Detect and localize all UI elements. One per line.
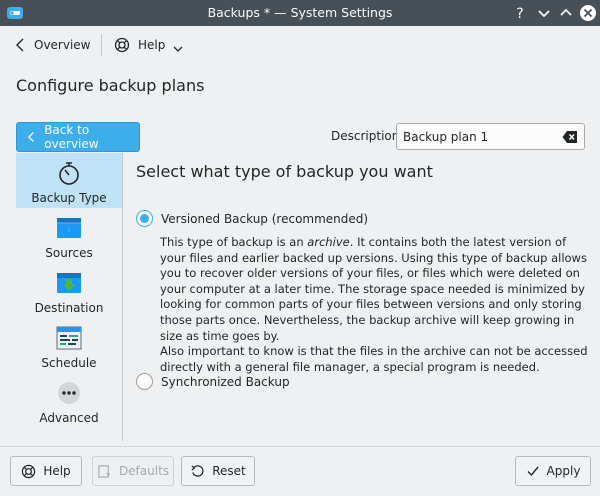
help-button-label: Help [43, 464, 71, 478]
back-to-overview-label: Back to overview [44, 123, 99, 151]
help-lifebuoy-icon [114, 37, 130, 53]
versioned-backup-radio[interactable] [136, 210, 153, 227]
section-heading: Select what type of backup you want [136, 162, 433, 181]
synchronized-backup-option[interactable]: Synchronized Backup [136, 373, 290, 390]
description-emphasis: archive [307, 235, 350, 249]
reset-icon [191, 464, 204, 477]
toolbar: Overview Help [0, 26, 600, 62]
chevron-left-icon [27, 131, 34, 143]
page-title: Configure backup plans [16, 76, 205, 95]
versioned-backup-label: Versioned Backup (recommended) [161, 211, 369, 226]
sidebar-item-destination[interactable]: Destination [16, 263, 122, 318]
synchronized-backup-label: Synchronized Backup [161, 374, 290, 389]
window-titlebar: Backups * — System Settings ? [0, 0, 600, 26]
description-input[interactable] [403, 128, 553, 146]
sidebar-item-sources[interactable]: Sources [16, 208, 122, 263]
footer-separator [0, 446, 600, 447]
reset-button-label: Reset [212, 464, 246, 478]
toolbar-separator [101, 34, 102, 56]
help-icon[interactable]: ? [511, 4, 529, 22]
versioned-backup-description: This type of backup is an archive. It co… [160, 235, 590, 375]
sidebar-item-advanced[interactable]: Advanced [16, 373, 122, 428]
apply-button[interactable]: Apply [515, 456, 591, 486]
defaults-button[interactable]: Defaults [92, 456, 174, 486]
checkmark-icon [527, 466, 539, 477]
description-text: Also important to know is that the files… [160, 344, 588, 374]
apply-button-label: Apply [546, 464, 581, 478]
description-label: Description: [331, 129, 404, 143]
sidebar-item-schedule[interactable]: Schedule [16, 318, 122, 373]
description-text: . It contains both the latest version of… [160, 235, 587, 343]
chevron-down-icon [173, 46, 183, 52]
overview-button[interactable]: Overview [14, 33, 91, 57]
help-button[interactable]: Help [10, 456, 82, 486]
folder-download-icon [57, 273, 81, 293]
synchronized-backup-radio[interactable] [136, 373, 153, 390]
sidebar-item-label: Destination [34, 301, 104, 315]
svg-text:?: ? [516, 6, 523, 22]
calendar-icon [56, 326, 82, 350]
help-menu-button[interactable]: Help [114, 33, 183, 57]
sidebar: Backup Type Sources Destination Schedule… [16, 153, 123, 441]
folder-icon [57, 218, 81, 238]
window-title: Backups * — System Settings [207, 5, 393, 20]
help-lifebuoy-icon [22, 464, 36, 478]
overview-label: Overview [34, 38, 91, 52]
document-defaults-icon [98, 464, 111, 478]
back-arrow-icon [16, 38, 24, 52]
back-to-overview-button[interactable]: Back to overview [16, 122, 140, 152]
more-icon [58, 382, 80, 404]
reset-button[interactable]: Reset [181, 456, 255, 486]
sidebar-item-label: Advanced [39, 411, 99, 425]
defaults-button-label: Defaults [118, 464, 170, 478]
sidebar-item-label: Schedule [41, 356, 97, 370]
versioned-backup-option[interactable]: Versioned Backup (recommended) [136, 210, 368, 227]
sidebar-item-backup-type[interactable]: Backup Type [16, 153, 122, 208]
minimize-icon[interactable] [535, 4, 553, 22]
description-field[interactable] [396, 123, 585, 150]
help-menu-label: Help [138, 38, 166, 52]
maximize-icon[interactable] [557, 4, 575, 22]
stopwatch-icon [59, 162, 79, 185]
clear-text-icon[interactable] [562, 130, 578, 144]
sidebar-item-label: Backup Type [31, 191, 107, 205]
close-icon[interactable] [579, 4, 597, 22]
sidebar-item-label: Sources [45, 246, 93, 260]
description-text: This type of backup is an [160, 235, 308, 249]
